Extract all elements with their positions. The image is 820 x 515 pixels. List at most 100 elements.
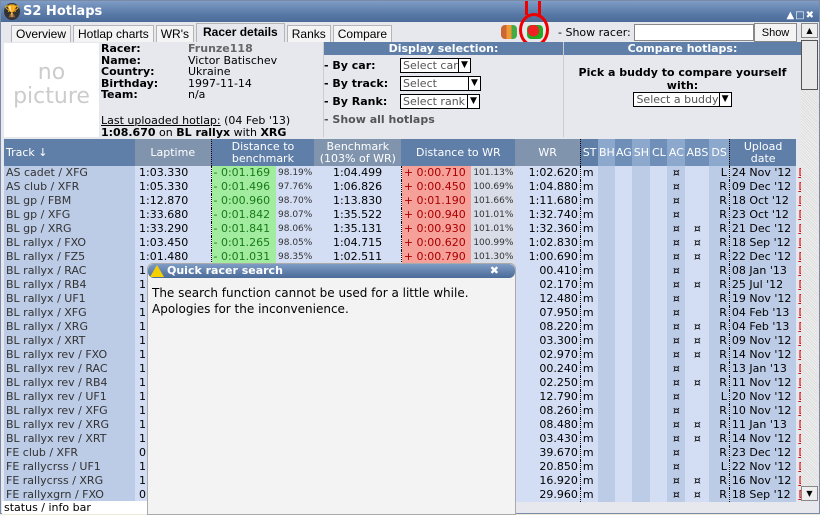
- header-benchmark[interactable]: Benchmark (103% of WR): [314, 139, 402, 166]
- cell-track: BL rallyx / FXO: [4, 236, 135, 250]
- tab-hotlap-charts[interactable]: Hotlap charts: [73, 25, 154, 42]
- cell-ag: [615, 222, 633, 236]
- cell-ac: ¤: [667, 194, 686, 208]
- cell-cl: [650, 376, 668, 390]
- tab-ranks[interactable]: Ranks: [286, 25, 331, 42]
- rank-select-value: Select rank: [403, 94, 466, 108]
- header-laptime[interactable]: Laptime: [135, 139, 211, 166]
- cell-bh: [598, 446, 616, 460]
- table-row[interactable]: BL rallyx / FZ5 1:01.480- 0:01.031 98.35% 1…: [4, 250, 819, 264]
- cell-ac: ¤: [667, 404, 686, 418]
- cell-upload-date: 22 Nov '12: [728, 460, 797, 474]
- buddies-icon[interactable]: [501, 25, 517, 39]
- rank-select[interactable]: Select rank ▼: [400, 93, 480, 109]
- cell-sh: [632, 376, 651, 390]
- header-ac[interactable]: AC: [667, 139, 686, 166]
- cell-distance-wr: + 0:00.450: [400, 180, 472, 194]
- tab-overview[interactable]: Overview: [11, 25, 72, 42]
- cell-ag: [615, 180, 633, 194]
- header-abs[interactable]: ABS: [685, 139, 710, 166]
- buddy-select[interactable]: Select a buddy ▼: [633, 92, 732, 107]
- title-bar: 🏆 S2 Hotlaps ▲□✖: [1, 1, 819, 22]
- show-button[interactable]: Show: [754, 23, 797, 42]
- cell-st: m: [579, 208, 599, 222]
- cell-st: m: [579, 348, 599, 362]
- header-track[interactable]: Track ↓: [4, 139, 135, 166]
- cell-st: m: [579, 418, 599, 432]
- cell-bh: [598, 180, 616, 194]
- cell-wr-percent: 101.13%: [471, 166, 516, 180]
- cell-wr-percent: 101.01%: [471, 208, 516, 222]
- track-select[interactable]: Select track ▼: [400, 75, 481, 91]
- cell-ds: R: [709, 362, 730, 376]
- header-ds[interactable]: DS: [709, 139, 730, 166]
- trophy-icon: 🏆: [4, 3, 20, 20]
- cell-bh: [598, 334, 616, 348]
- cell-track: FE rallycrss / UF1: [4, 460, 135, 474]
- tab-compare[interactable]: Compare: [332, 25, 393, 42]
- tab-wrs[interactable]: WR's: [155, 25, 195, 42]
- scroll-up-button[interactable]: ▲: [801, 23, 818, 38]
- cell-ds: R: [709, 334, 730, 348]
- scroll-down-button[interactable]: ▼: [801, 486, 818, 501]
- header-sh[interactable]: SH: [632, 139, 651, 166]
- cell-upload-date: 25 Jul '12: [728, 278, 797, 292]
- table-row[interactable]: BL gp / XFG 1:33.680- 0:01.842 98.07% 1:35.…: [4, 208, 819, 222]
- cell-track: BL gp / XFG: [4, 208, 135, 222]
- show-all-hotlaps-link[interactable]: - Show all hotlaps: [324, 113, 435, 126]
- chevron-down-icon: ▼: [468, 76, 480, 90]
- table-row[interactable]: BL rallyx / FXO 1:03.450- 0:01.265 98.05% 1…: [4, 236, 819, 250]
- quick-racer-search-dialog: Quick racer search ✖ The search function…: [147, 263, 516, 515]
- cell-st: m: [579, 180, 599, 194]
- car-select[interactable]: Select car ▼: [400, 57, 471, 73]
- tab-racer-details[interactable]: Racer details: [196, 23, 285, 42]
- cell-cl: [650, 264, 668, 278]
- header-wr[interactable]: WR: [515, 139, 581, 166]
- cell-wr: 02.170: [515, 278, 581, 292]
- cell-sh: [632, 306, 651, 320]
- header-st[interactable]: ST: [579, 139, 599, 166]
- cell-ac: ¤: [667, 376, 686, 390]
- header-ag[interactable]: AG: [615, 139, 633, 166]
- no-picture-placeholder: no picture: [4, 43, 99, 137]
- cell-bh: [598, 278, 616, 292]
- cell-st: m: [579, 194, 599, 208]
- header-distance-wr[interactable]: Distance to WR: [401, 139, 516, 166]
- show-racer-input[interactable]: [634, 24, 754, 41]
- cell-wr: 03.300: [515, 334, 581, 348]
- cell-cl: [650, 222, 668, 236]
- cell-ds: L: [709, 460, 730, 474]
- cell-distance-wr: + 0:00.790: [400, 250, 472, 264]
- close-icon[interactable]: ✖: [490, 264, 499, 278]
- header-bh[interactable]: BH: [598, 139, 616, 166]
- cell-ds: R: [709, 194, 730, 208]
- vertical-scrollbar[interactable]: ▲ ▼: [801, 23, 819, 501]
- cell-abs: [685, 404, 710, 418]
- cell-sh: [632, 404, 651, 418]
- cell-ds: R: [709, 250, 730, 264]
- cell-ag: [615, 264, 633, 278]
- table-row[interactable]: BL gp / FBM 1:12.870- 0:00.960 98.70% 1:13.…: [4, 194, 819, 208]
- cell-track: BL rallyx / XRT: [4, 334, 135, 348]
- cell-upload-date: 22 Dec '12: [728, 250, 797, 264]
- chevron-down-icon: ▼: [718, 93, 731, 106]
- header-upload-date[interactable]: Upload date: [728, 139, 797, 166]
- cell-abs: [685, 306, 710, 320]
- header-distance-benchmark[interactable]: Distance to benchmark: [210, 139, 315, 166]
- cell-track: BL rallyx / RAC: [4, 264, 135, 278]
- cell-ag: [615, 362, 633, 376]
- cell-distance-benchmark: - 0:01.841: [210, 222, 276, 236]
- cell-distance-wr: + 0:00.710: [400, 166, 472, 180]
- cell-benchmark-percent: 98.35%: [276, 250, 315, 264]
- table-row[interactable]: AS cadet / XFG 1:03.330- 0:01.169 98.19% 1:…: [4, 166, 819, 180]
- cell-ag: [615, 208, 633, 222]
- header-cl[interactable]: CL: [650, 139, 668, 166]
- cell-bh: [598, 194, 616, 208]
- scroll-thumb[interactable]: [801, 40, 818, 90]
- cell-bh: [598, 250, 616, 264]
- table-row[interactable]: BL gp / XRG 1:33.290- 0:01.841 98.06% 1:35.…: [4, 222, 819, 236]
- team-value: n/a: [188, 88, 206, 101]
- cell-sh: [632, 488, 651, 502]
- cell-bh: [598, 390, 616, 404]
- table-row[interactable]: AS club / XFR 1:05.330- 0:01.496 97.76% 1:0…: [4, 180, 819, 194]
